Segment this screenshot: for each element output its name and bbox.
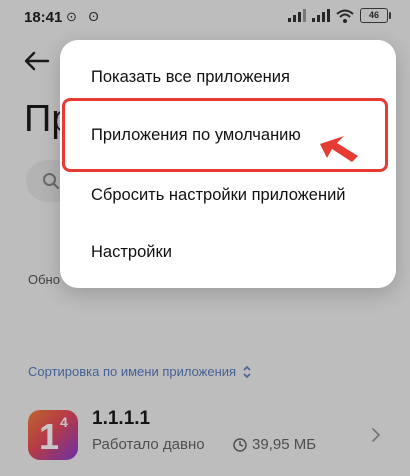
menu-item-show-all-apps[interactable]: Показать все приложения	[91, 68, 290, 87]
app-info-screen: 18:41 ⊙ ʘ 46 Пр Обно Сортировка по имени…	[0, 0, 410, 476]
menu-item-settings[interactable]: Настройки	[91, 243, 172, 262]
pointer-arrow-icon	[320, 136, 358, 162]
menu-item-reset-app-settings[interactable]: Сбросить настройки приложений	[91, 186, 346, 205]
